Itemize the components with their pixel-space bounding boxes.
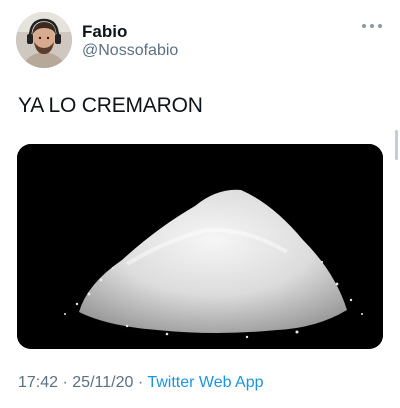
dot: [362, 24, 366, 28]
scrollbar[interactable]: [395, 130, 398, 160]
profile-photo-icon: [16, 12, 72, 68]
author-handle[interactable]: @Nossofabio: [82, 42, 178, 60]
more-options-icon[interactable]: [362, 20, 382, 32]
tweet-source-link[interactable]: Twitter Web App: [147, 374, 263, 391]
tweet-text: YA LO CREMARON: [18, 94, 203, 117]
tweet-time[interactable]: 17:42: [18, 374, 58, 391]
separator: ·: [62, 374, 68, 391]
separator: ·: [137, 374, 144, 391]
tweet-date[interactable]: 25/11/20: [72, 374, 133, 391]
powder-pile-image-icon: [17, 144, 383, 349]
dot: [370, 24, 374, 28]
avatar[interactable]: [16, 12, 72, 68]
dot: [378, 24, 382, 28]
author-display-name[interactable]: Fabio: [82, 22, 127, 42]
tweet-metadata: 17:42 · 25/11/20 · Twitter Web App: [18, 374, 264, 392]
tweet-card: Fabio @Nossofabio YA LO CREMARON 17:42 ·…: [0, 0, 400, 408]
tweet-media[interactable]: [17, 144, 383, 349]
